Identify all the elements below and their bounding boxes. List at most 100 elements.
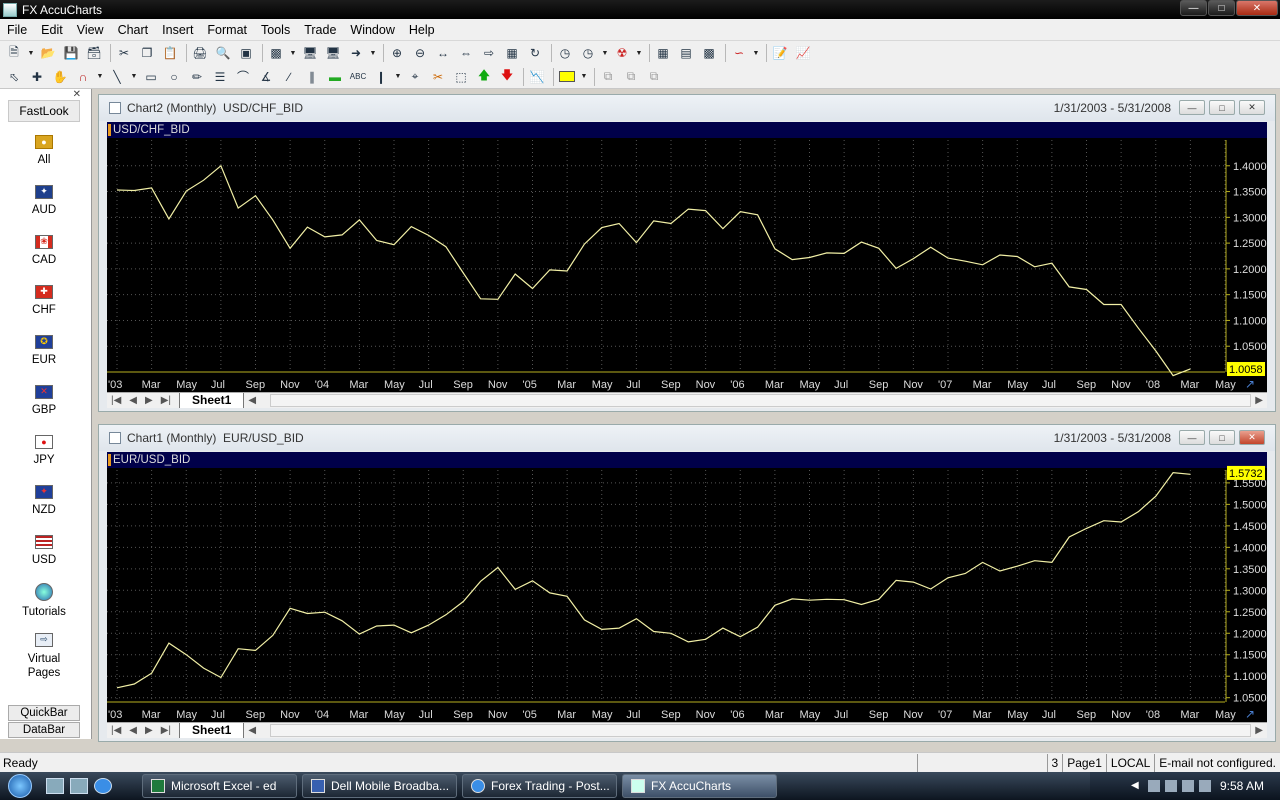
taskbar-item-browser[interactable]: Forex Trading - Post... [462,774,617,798]
arc-icon[interactable]: ⌒ [233,67,253,87]
refresh-icon[interactable]: ↻ [525,43,545,63]
monitor-icon[interactable]: 🖥 [300,43,320,63]
trade-ticket-icon[interactable]: 📝 [770,43,790,63]
fibonacci-icon[interactable]: ☰ [210,67,230,87]
chart2-maximize-button[interactable]: □ [1209,100,1235,115]
chart1-svg[interactable]: 1.55001.50001.45001.40001.35001.30001.25… [107,452,1267,723]
internet-explorer-icon[interactable] [94,778,112,794]
menu-window[interactable]: Window [343,23,401,37]
sheet-first-icon[interactable]: |◀ [107,725,125,736]
analysis-icon[interactable]: 📈 [793,43,813,63]
ellipse-tool-icon[interactable]: ○ [164,67,184,87]
menu-edit[interactable]: Edit [34,23,70,37]
paste-icon[interactable]: 📋 [160,43,180,63]
buy-arrow-icon[interactable]: 🡅 [474,67,494,87]
export-icon[interactable]: ➜ [346,43,366,63]
chart1-minimize-button[interactable]: — [1179,430,1205,445]
fit-width-icon[interactable]: ↔ [433,43,453,63]
print-icon[interactable]: 🖨 [190,43,210,63]
color-bars-icon[interactable]: ▬ [325,67,345,87]
chart1-close-button[interactable]: ✕ [1239,430,1265,445]
scissors-icon[interactable]: ✂ [428,67,448,87]
fan-icon[interactable]: ∡ [256,67,276,87]
export-dropdown-icon[interactable]: ▼ [369,43,377,63]
menu-insert[interactable]: Insert [155,23,200,37]
fastlook-item-chf[interactable]: ✚ CHF [8,275,80,325]
show-desktop-icon[interactable] [46,778,64,794]
hand-icon[interactable]: ✋ [50,67,70,87]
fastlook-item-nzd[interactable]: ✦ NZD [8,475,80,525]
tray-expand-icon[interactable]: ◀ [1131,780,1143,792]
menu-trade[interactable]: Trade [297,23,343,37]
horizontal-scrollbar[interactable] [270,394,1252,407]
fastlook-item-jpy[interactable]: ● JPY [8,425,80,475]
send-back-icon[interactable]: ⧉ [621,67,641,87]
menu-chart[interactable]: Chart [111,23,156,37]
copy-icon[interactable]: ❐ [137,43,157,63]
chart-style-dropdown-icon[interactable]: ▼ [289,43,297,63]
curve-dropdown-icon[interactable]: ▼ [752,43,760,63]
table-icon[interactable]: ▤ [676,43,696,63]
chart2-plot-area[interactable]: USD/CHF_BID 1.4000 1.3500 1.3000 1.2500 1.20… [107,122,1267,393]
databar-tab[interactable]: DataBar [8,722,80,738]
curve-icon[interactable]: ∽ [729,43,749,63]
save-all-icon[interactable]: 🗃 [84,43,104,63]
taskbar-item-broadband[interactable]: Dell Mobile Broadba... [302,774,457,798]
target-icon[interactable]: ⌖ [405,67,425,87]
sheet-next-icon[interactable]: ▶ [141,725,157,736]
line-tool-icon[interactable]: ╲ [107,67,127,87]
start-button[interactable] [0,772,40,800]
zoom-out-icon[interactable]: ⊖ [410,43,430,63]
interval-icon[interactable]: ◷ [578,43,598,63]
taskbar-item-excel[interactable]: Microsoft Excel - ed [142,774,297,798]
clock-icon[interactable]: ◷ [555,43,575,63]
fill-color-dropdown-icon[interactable]: ▼ [580,67,588,87]
radiation-icon[interactable]: ☢ [612,43,632,63]
new-icon[interactable]: 🗎 [4,43,24,63]
parallel-icon[interactable]: ∥ [302,67,322,87]
clock[interactable]: 9:58 AM [1220,779,1264,793]
maximize-button[interactable]: □ [1208,0,1235,16]
sheet-last-icon[interactable]: ▶| [157,395,175,406]
horizontal-scrollbar[interactable] [270,724,1252,737]
sheet-prev-icon[interactable]: ◀ [125,725,141,736]
vertical-lines-icon[interactable]: ❙ [371,67,391,87]
scroll-right-icon[interactable]: ▶ [1251,395,1267,406]
fastlook-item-aud[interactable]: ✦ AUD [8,175,80,225]
minimize-button[interactable]: — [1180,0,1207,16]
fill-color-icon[interactable] [557,67,577,87]
scroll-left-icon[interactable]: ◀ [244,725,260,736]
wireless-icon[interactable] [1181,780,1194,792]
fastlook-item-tutorials[interactable]: Tutorials [8,575,80,625]
power-icon[interactable] [1164,780,1177,792]
open-icon[interactable]: 📂 [38,43,58,63]
chart2-close-button[interactable]: ✕ [1239,100,1265,115]
fastlook-item-virtual-pages[interactable]: ⇨ Virtual Pages [8,625,80,687]
chart-style-icon[interactable]: ▩ [266,43,286,63]
fastlook-item-usd[interactable]: USD [8,525,80,575]
picture-icon[interactable]: ▦ [502,43,522,63]
sheet-first-icon[interactable]: |◀ [107,395,125,406]
sidebar-close-icon[interactable]: ✕ [73,89,81,100]
indicator-icon[interactable]: 📉 [527,67,547,87]
select-region-icon[interactable]: ⬚ [451,67,471,87]
save-icon[interactable]: 💾 [61,43,81,63]
sell-arrow-icon[interactable]: 🡇 [497,67,517,87]
magnet-icon[interactable]: ∩ [73,67,93,87]
scroll-left-icon[interactable]: ◀ [244,395,260,406]
chart1-plot-area[interactable]: EUR/USD_BID 1.5500 1.5000 1.4500 1.4000 1.35… [107,452,1267,723]
pencil-icon[interactable]: ✏ [187,67,207,87]
taskbar-item-accucharts[interactable]: FX AccuCharts [622,774,777,798]
expand-icon[interactable]: ⇔ [456,43,476,63]
sheet-next-icon[interactable]: ▶ [141,395,157,406]
sheet-last-icon[interactable]: ▶| [157,725,175,736]
interval-dropdown-icon[interactable]: ▼ [601,43,609,63]
zoom-in-icon[interactable]: ⊕ [387,43,407,63]
crosshair-icon[interactable]: ✚ [27,67,47,87]
bring-front-icon[interactable]: ⧉ [598,67,618,87]
chart1-maximize-button[interactable]: □ [1209,430,1235,445]
fastlook-item-eur[interactable]: ✪ EUR [8,325,80,375]
fastlook-item-all[interactable]: ● All [8,125,80,175]
sheet-tab[interactable]: Sheet1 [179,393,245,408]
sidebar-title[interactable]: FastLook [8,100,80,122]
